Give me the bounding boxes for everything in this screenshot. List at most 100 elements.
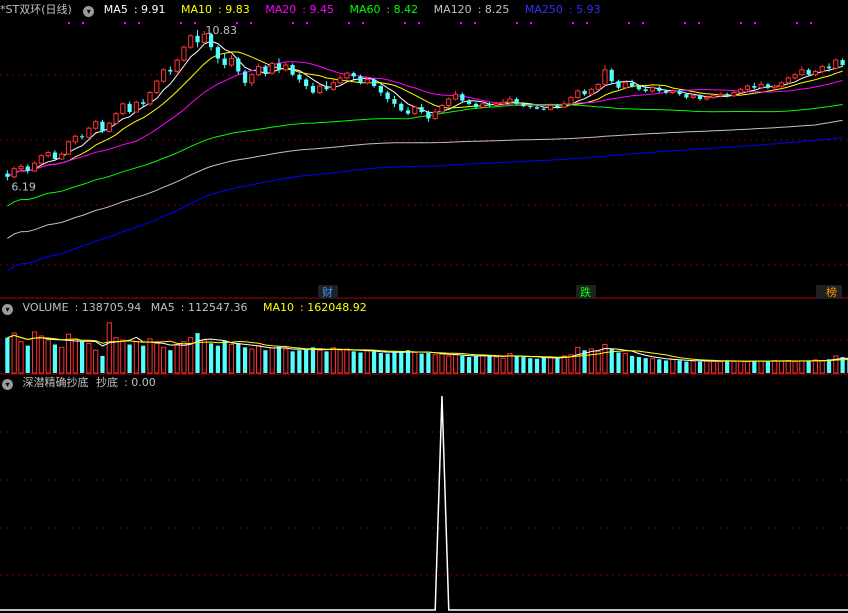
volume-bar-down xyxy=(616,352,621,373)
candle-down xyxy=(616,81,621,88)
ma5-label: MA5: 9.91 xyxy=(103,3,166,16)
volume-bar-up xyxy=(337,349,343,374)
volume-bar-up xyxy=(772,359,778,374)
candle-up xyxy=(649,87,656,92)
marker-dot xyxy=(586,22,588,24)
volume-bar-up xyxy=(317,349,323,374)
volume-bar-down xyxy=(657,359,662,373)
marker-dot xyxy=(348,22,350,24)
volume-bar-up xyxy=(330,347,336,374)
volume-bar-up xyxy=(59,346,65,374)
candle-down xyxy=(52,152,58,159)
candle-up xyxy=(133,101,140,113)
volume-bar-up xyxy=(113,337,119,374)
volume-bar-up xyxy=(548,356,554,374)
candle-down xyxy=(304,79,309,87)
candle-up xyxy=(819,66,825,72)
volume-bar-up xyxy=(120,339,126,374)
candle-up xyxy=(588,88,594,95)
volume-bar-down xyxy=(487,355,492,373)
candle-down xyxy=(684,94,689,98)
chevron-down-icon[interactable]: ▾ xyxy=(2,379,13,390)
volume-bar-down xyxy=(521,357,526,373)
marker-dot xyxy=(530,22,532,24)
ma20-line xyxy=(7,61,843,178)
candle-up xyxy=(18,165,24,170)
candle-up xyxy=(72,135,78,143)
volume-panel-header: ▾ VOLUME: 138705.94 MA5: 112547.36 MA10:… xyxy=(0,300,379,316)
candle-down xyxy=(276,63,282,70)
candle-up xyxy=(228,58,235,66)
marker-dot xyxy=(740,22,742,24)
volume-bar-down xyxy=(663,360,669,373)
indicator-line xyxy=(0,395,848,611)
candle-up xyxy=(792,74,798,79)
volume-bar-down xyxy=(208,343,214,373)
stock-title[interactable]: *ST双环(日线) xyxy=(0,3,72,16)
volume-bar-up xyxy=(452,354,459,374)
marker-dot xyxy=(754,22,756,24)
candle-down xyxy=(752,86,757,88)
volume-bar-down xyxy=(310,347,316,373)
candle-up xyxy=(561,103,567,108)
volume-bar-down xyxy=(222,341,227,373)
event-marker-die[interactable]: 跌 xyxy=(580,285,591,299)
volume-bar-up xyxy=(18,341,24,374)
candle-up xyxy=(249,74,255,84)
volume-bar-down xyxy=(263,350,268,373)
top-markers xyxy=(68,22,812,24)
volume-bar-up xyxy=(364,349,370,374)
candle-down xyxy=(222,58,227,65)
volume-bar-up xyxy=(106,322,112,374)
volume-bar-up xyxy=(133,341,140,374)
volume-bar-up xyxy=(228,344,235,374)
volume-bar-down xyxy=(351,351,356,373)
volume-bar-down xyxy=(541,357,546,373)
marker-dot xyxy=(68,22,70,24)
chevron-down-icon[interactable]: ▾ xyxy=(83,6,95,17)
bottom-signal-line xyxy=(0,395,848,611)
candle-up xyxy=(317,85,323,94)
candle-up xyxy=(59,153,65,160)
candle-up xyxy=(717,93,723,97)
volume-bar-down xyxy=(555,358,560,373)
candle-down xyxy=(806,69,811,75)
volume-bar-down xyxy=(528,358,533,373)
candle-down xyxy=(521,103,526,107)
volume-bar-up xyxy=(432,354,438,374)
candle-down xyxy=(79,136,85,138)
candle-up xyxy=(833,59,839,69)
volume-bar-up xyxy=(11,332,17,374)
candle-up xyxy=(731,92,737,97)
volume-bar-down xyxy=(378,353,383,373)
volume-bar-up xyxy=(744,361,751,374)
volume-bar-down xyxy=(358,352,363,373)
candle-down xyxy=(426,111,431,119)
chevron-down-icon[interactable]: ▾ xyxy=(2,304,13,315)
candle-down xyxy=(399,103,404,111)
volume-bar-up xyxy=(561,355,567,374)
volume-bar-down xyxy=(25,345,30,373)
volume-bars xyxy=(5,322,848,374)
volume-bar-down xyxy=(460,355,465,373)
volume-bar-down xyxy=(514,355,519,373)
candle-up xyxy=(147,92,153,105)
candle-up xyxy=(38,155,44,164)
event-marker-bang[interactable]: 榜 xyxy=(826,285,837,299)
marker-dot xyxy=(796,22,798,24)
candle-down xyxy=(168,69,173,72)
candle-up xyxy=(799,69,805,76)
volume-bar-down xyxy=(467,357,472,373)
candle-up xyxy=(480,103,486,108)
volume-label: VOLUME: 138705.94 xyxy=(22,301,142,314)
candle-down xyxy=(643,89,648,91)
volume-bar-up xyxy=(493,356,499,374)
candle-down xyxy=(460,94,465,101)
marker-dot xyxy=(82,22,84,24)
candle-up xyxy=(11,168,17,178)
event-marker-cai[interactable]: 财 xyxy=(322,285,333,299)
volume-bar-up xyxy=(588,348,594,374)
volume-bar-down xyxy=(195,333,200,373)
candle-down xyxy=(534,107,540,109)
volume-bar-up xyxy=(256,345,262,374)
